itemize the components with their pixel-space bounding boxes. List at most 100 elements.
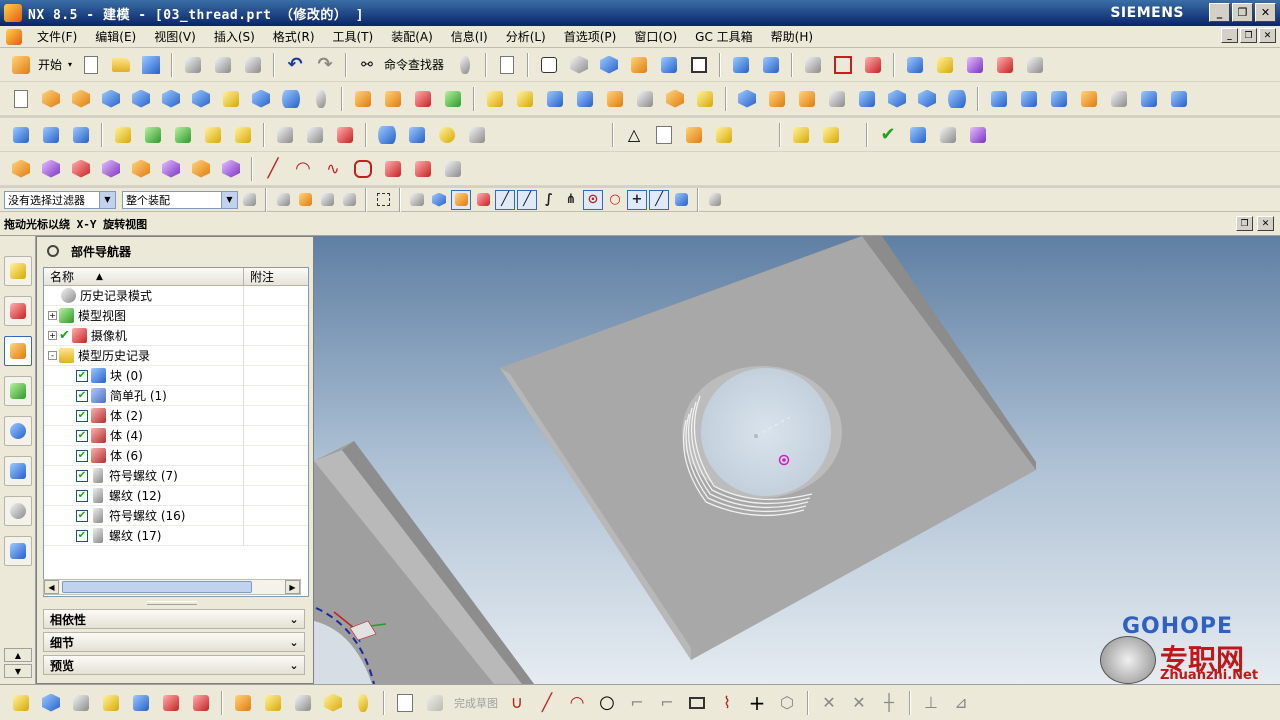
move-component-button[interactable] xyxy=(758,52,784,78)
surface-g-button[interactable] xyxy=(1166,86,1192,112)
surface-a-button[interactable] xyxy=(986,86,1012,112)
thread-button[interactable] xyxy=(308,86,334,112)
select-grid-button[interactable] xyxy=(705,190,725,210)
surface-e-button[interactable] xyxy=(1106,86,1132,112)
doc-restore-button[interactable]: ❐ xyxy=(1240,28,1257,43)
hole-feature-button[interactable] xyxy=(374,122,400,148)
horizontal-scrollbar[interactable]: ◀ ▶ xyxy=(43,579,301,595)
pull-face-button[interactable] xyxy=(170,122,196,148)
tree-node[interactable]: 历史记录模式 xyxy=(44,285,308,306)
tree-node[interactable]: ✔ 螺纹 (12) xyxy=(44,485,308,506)
pattern-button[interactable] xyxy=(824,86,850,112)
tree-node-name-cell[interactable]: ✔ 体 (2) xyxy=(44,405,244,426)
make-corner-button[interactable]: ┼ xyxy=(876,690,902,716)
draft-button[interactable] xyxy=(662,86,688,112)
menu-edit[interactable]: 编辑(E) xyxy=(86,26,145,47)
check-icon[interactable]: ✔ xyxy=(59,328,70,343)
palette-tab[interactable] xyxy=(4,456,32,486)
center-snap-button[interactable]: ⊙ xyxy=(583,189,603,210)
tool-e-button[interactable] xyxy=(1022,52,1048,78)
constraint-button[interactable]: ⊥ xyxy=(918,690,944,716)
body-select-button[interactable] xyxy=(429,190,449,210)
scroll-down-button[interactable]: ▼ xyxy=(4,664,32,678)
endpoint-snap-button[interactable]: ╱ xyxy=(495,189,515,210)
chevron-down-icon[interactable]: ▼ xyxy=(221,191,237,208)
render-style-button[interactable] xyxy=(566,52,592,78)
visibility-checkbox[interactable]: ✔ xyxy=(76,429,88,442)
menu-analysis[interactable]: 分析(L) xyxy=(497,26,555,47)
snap-enable-button[interactable] xyxy=(451,189,471,210)
nx-app-icon[interactable] xyxy=(4,4,22,22)
subtract-button[interactable] xyxy=(512,86,538,112)
bottom-h-button[interactable] xyxy=(230,690,256,716)
filter-settings-button[interactable] xyxy=(239,190,259,210)
tree-node[interactable]: ✔ 体 (6) xyxy=(44,445,308,466)
wcs-a-button[interactable] xyxy=(8,156,34,182)
visibility-checkbox[interactable]: ✔ xyxy=(76,389,88,402)
grid-button[interactable] xyxy=(935,122,961,148)
menu-help[interactable]: 帮助(H) xyxy=(762,26,822,47)
tool-b-button[interactable] xyxy=(932,52,958,78)
bottom-d-button[interactable] xyxy=(98,690,124,716)
visibility-checkbox[interactable]: ✔ xyxy=(76,469,88,482)
wcs-b-button[interactable] xyxy=(38,156,64,182)
web-browser-tab[interactable] xyxy=(4,416,32,446)
copy-button[interactable] xyxy=(210,52,236,78)
menu-information[interactable]: 信息(I) xyxy=(442,26,497,47)
quadrant-snap-button[interactable]: ○ xyxy=(605,190,625,210)
tree-node[interactable]: ✔ 符号螺纹 (16) xyxy=(44,505,308,526)
tree-node-name-cell[interactable]: ✔ 符号螺纹 (7) xyxy=(44,465,244,486)
replace-face-button[interactable] xyxy=(230,122,256,148)
assembly-navigator-tab[interactable] xyxy=(4,256,32,286)
doc-close-button[interactable]: ✕ xyxy=(1259,28,1276,43)
mirror-button[interactable] xyxy=(794,86,820,112)
menu-assemblies[interactable]: 装配(A) xyxy=(382,26,442,47)
wave-button[interactable] xyxy=(728,52,754,78)
datum-csys-button[interactable] xyxy=(410,86,436,112)
intersection-snap-button[interactable]: ⋔ xyxy=(561,190,581,210)
check-button[interactable]: ✔ xyxy=(875,122,901,148)
graphics-window[interactable]: GOHOPE 专职网 Zhuanzhi.Net xyxy=(314,236,1280,684)
reuse-library-tab[interactable] xyxy=(4,376,32,406)
quick-trim-button[interactable]: ✕ xyxy=(816,690,842,716)
tool-a-button[interactable] xyxy=(902,52,928,78)
selection-scope-combo[interactable]: 整个装配 ▼ xyxy=(122,190,238,209)
csys-button[interactable] xyxy=(830,52,856,78)
menu-preferences[interactable]: 首选项(P) xyxy=(555,26,626,47)
command-finder-label[interactable]: 命令查找器 xyxy=(384,56,444,73)
layer-button[interactable] xyxy=(626,52,652,78)
tree-node[interactable]: ✔ 符号螺纹 (7) xyxy=(44,465,308,486)
tool-d-button[interactable] xyxy=(992,52,1018,78)
redo-button[interactable]: ↷ xyxy=(312,52,338,78)
split-body-button[interactable] xyxy=(764,86,790,112)
scroll-thumb[interactable] xyxy=(62,581,252,593)
wcs-f-button[interactable] xyxy=(158,156,184,182)
sketch-task-button[interactable] xyxy=(392,690,418,716)
curve-snap-button[interactable]: ∫ xyxy=(539,190,559,210)
datum-axis-button[interactable] xyxy=(380,86,406,112)
tree-node[interactable]: ✔ 螺纹 (17) xyxy=(44,525,308,546)
shell-button[interactable] xyxy=(632,86,658,112)
scale-button[interactable] xyxy=(854,86,880,112)
scroll-left-button[interactable]: ◀ xyxy=(44,580,59,594)
project-curve-button[interactable] xyxy=(440,156,466,182)
sketch-rectangle-button[interactable] xyxy=(684,690,710,716)
patch-button[interactable] xyxy=(914,86,940,112)
assembly-a-button[interactable] xyxy=(788,122,814,148)
bottom-e-button[interactable] xyxy=(128,690,154,716)
tool-c-button[interactable] xyxy=(962,52,988,78)
move-face-button[interactable] xyxy=(140,122,166,148)
collapse-icon[interactable]: - xyxy=(48,351,57,360)
wcs-e-button[interactable] xyxy=(128,156,154,182)
offset-region-button[interactable] xyxy=(200,122,226,148)
start-button[interactable] xyxy=(8,52,34,78)
chevron-down-icon[interactable]: ▼ xyxy=(99,191,115,208)
minimize-button[interactable]: _ xyxy=(1209,3,1230,22)
bottom-c-button[interactable] xyxy=(68,690,94,716)
bottom-b-button[interactable] xyxy=(38,690,64,716)
sketch-circle-button[interactable]: ○ xyxy=(594,690,620,716)
analysis-button[interactable] xyxy=(860,52,886,78)
doc-minimize-button[interactable]: _ xyxy=(1221,28,1238,43)
bolt-button[interactable] xyxy=(404,122,430,148)
wcs-h-button[interactable] xyxy=(218,156,244,182)
